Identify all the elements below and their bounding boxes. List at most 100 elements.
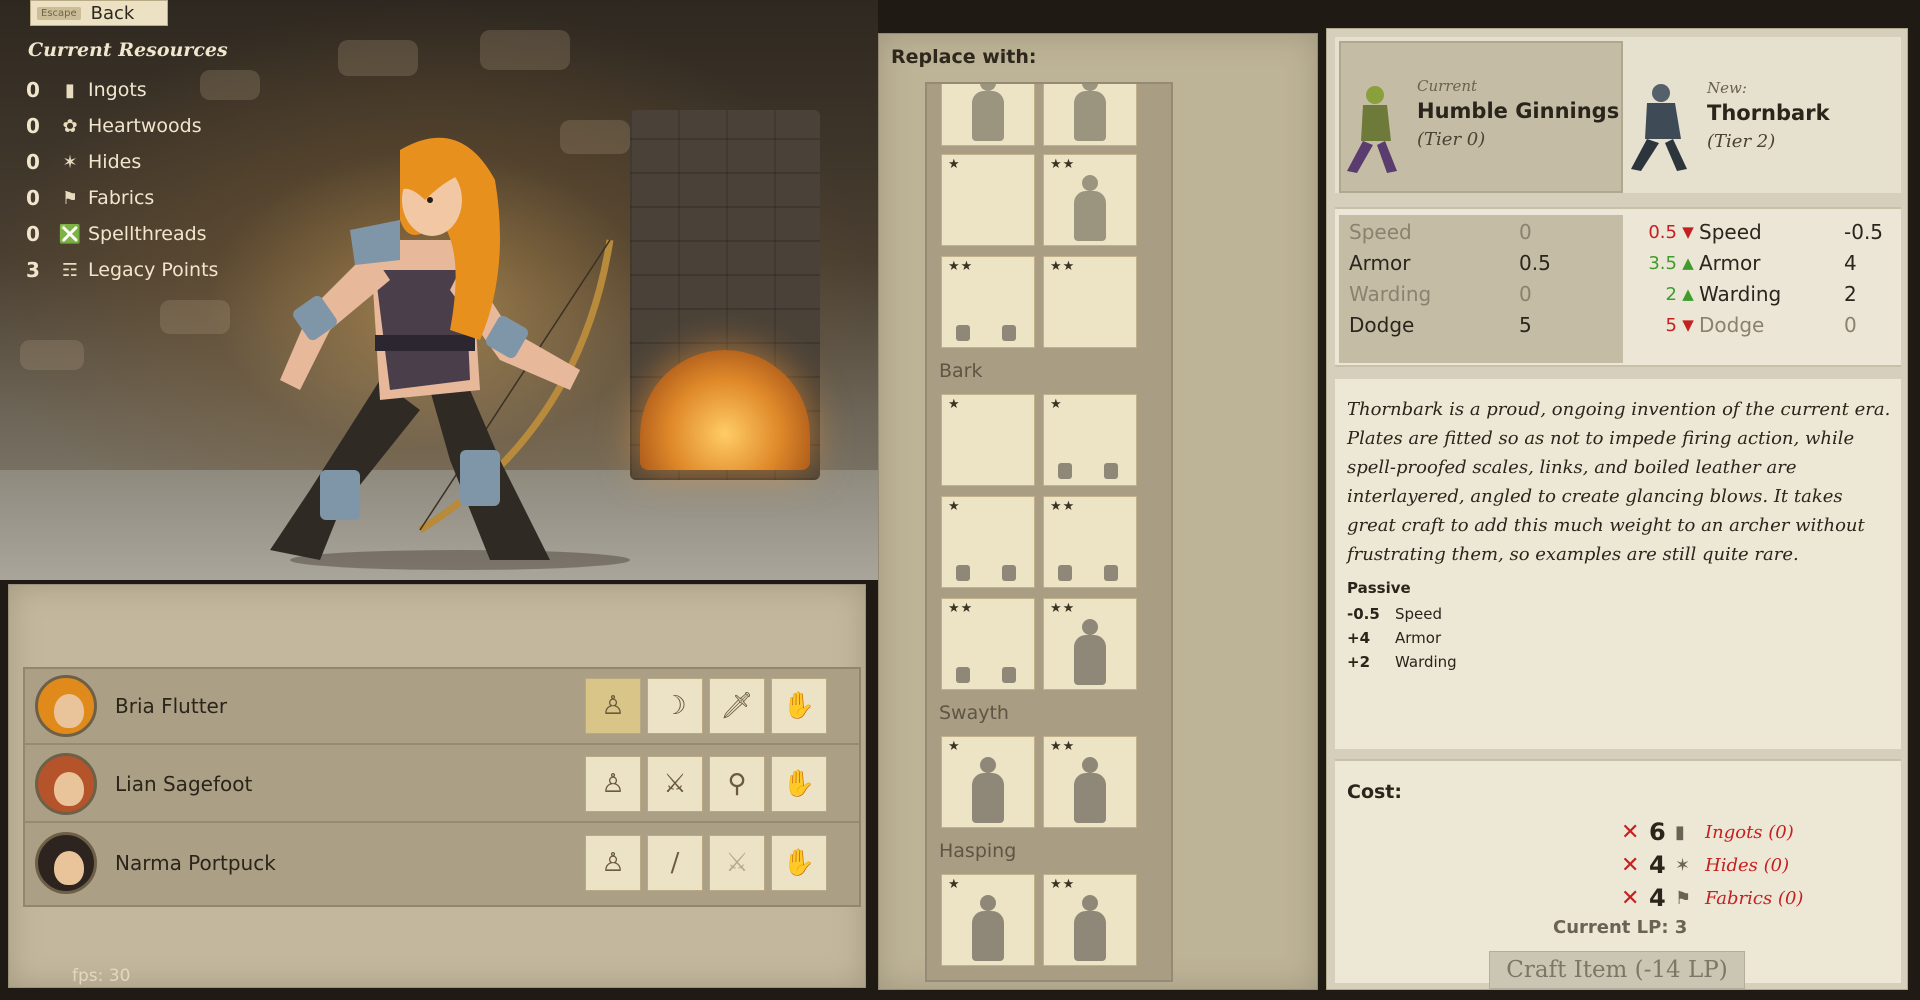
empty-slot[interactable]: ✋: [771, 756, 827, 812]
tier-stars: ★: [948, 877, 961, 892]
passive-modifier: +4 Armor: [1347, 629, 1442, 647]
party-member-name: Bria Flutter: [115, 694, 228, 718]
armor-option-tile[interactable]: [1043, 84, 1137, 146]
fps-counter: fps: 30: [72, 966, 131, 986]
avatar: [35, 832, 97, 894]
armor-option-tile[interactable]: ★★: [941, 598, 1035, 690]
section-label-hasping: Hasping: [939, 840, 1017, 862]
party-member-narma[interactable]: Narma Portpuck ♙ ∕ ⚔ ✋: [25, 825, 859, 901]
hand-icon: ✋: [782, 848, 816, 878]
spellthread-icon: ❎: [58, 223, 82, 245]
section-label-bark: Bark: [939, 360, 983, 382]
character-archer: [270, 137, 630, 570]
resource-count: 0: [26, 78, 40, 102]
cost-hides: ✕ 4 ✶ Hides (0): [1621, 851, 1790, 879]
current-stat-armor: Armor 0.5: [1349, 251, 1551, 275]
armor-option-tile[interactable]: ★★: [1043, 736, 1137, 828]
cost-title: Cost:: [1347, 781, 1402, 803]
offhand-slot[interactable]: 🗡: [709, 678, 765, 734]
tier-stars: ★: [948, 739, 961, 754]
armor-option-tile[interactable]: ★: [941, 496, 1035, 588]
armor-option-tile[interactable]: [941, 84, 1035, 146]
craft-item-button[interactable]: Craft Item (-14 LP): [1489, 951, 1745, 989]
resource-ingots: 0 ▮ Ingots: [26, 72, 218, 108]
armor-option-tile[interactable]: ★: [941, 736, 1035, 828]
current-stat-dodge: Dodge 5: [1349, 313, 1532, 337]
empty-slot[interactable]: ✋: [771, 678, 827, 734]
empty-slot[interactable]: ✋: [771, 835, 827, 891]
dagger-icon: 🗡: [720, 691, 754, 721]
armor-option-tile[interactable]: ★★: [941, 256, 1035, 348]
hand-icon: ✋: [782, 769, 816, 799]
current-armor-figure-icon: [1347, 86, 1397, 173]
insufficient-x-icon: ✕: [1621, 885, 1640, 911]
resources-list: 0 ▮ Ingots 0 ✿ Heartwoods 0 ✶ Hides 0 ⚑ …: [26, 72, 218, 288]
hide-icon: ✶: [1675, 854, 1691, 876]
current-item: Current Humble Ginnings (Tier 0): [1339, 41, 1623, 193]
new-stat-warding: 2 ▲ Warding 2: [1665, 282, 1857, 306]
armor-option-tile[interactable]: ★★: [1043, 256, 1137, 348]
weapon-slot[interactable]: ☽: [647, 678, 703, 734]
armor-option-tile-thornbark[interactable]: ★★: [1043, 598, 1137, 690]
sword-icon: ⚔: [663, 769, 687, 799]
replace-title: Replace with:: [891, 46, 1037, 68]
resource-count: 0: [26, 114, 40, 138]
armor-option-tile[interactable]: ★: [1043, 394, 1137, 486]
escape-key-hint: Escape: [37, 6, 81, 20]
resource-label: Spellthreads: [88, 223, 207, 245]
fabric-icon: ⚑: [61, 187, 79, 209]
item-description: Thornbark is a proud, ongoing invention …: [1335, 379, 1901, 749]
party-member-name: Lian Sagefoot: [115, 772, 253, 796]
tier-stars: ★: [948, 157, 961, 172]
description-text: Thornbark is a proud, ongoing invention …: [1347, 399, 1891, 565]
armor-slot[interactable]: ♙: [585, 835, 641, 891]
spear-icon: ∕: [670, 848, 680, 878]
party-member-bria[interactable]: Bria Flutter ♙ ☽ 🗡 ✋: [25, 669, 859, 745]
passive-modifier: -0.5 Speed: [1347, 605, 1443, 623]
tier-stars: ★★: [1050, 259, 1076, 274]
armor-slot[interactable]: ♙: [585, 678, 641, 734]
hide-icon: ✶: [62, 151, 78, 173]
resource-hides: 0 ✶ Hides: [26, 144, 218, 180]
resource-label: Fabrics: [88, 187, 155, 209]
section-label-swayth: Swayth: [939, 702, 1009, 724]
new-stat-dodge: 5 ▼ Dodge 0: [1665, 313, 1857, 337]
tier-stars: ★: [948, 499, 961, 514]
armor-option-tile[interactable]: ★★: [1043, 874, 1137, 966]
offhand-slot[interactable]: ⚔: [709, 835, 765, 891]
current-stat-warding: Warding 0: [1349, 282, 1532, 306]
resource-label: Hides: [88, 151, 142, 173]
armor-figure-icon: ♙: [601, 769, 625, 799]
party-list: Bria Flutter ♙ ☽ 🗡 ✋ Lian Sagefoot ♙ ⚔ ⚲…: [23, 667, 861, 907]
new-stat-speed: 0.5 ▼ Speed -0.5: [1648, 220, 1884, 244]
weapon-slot[interactable]: ∕: [647, 835, 703, 891]
current-label: Current: [1417, 77, 1478, 95]
armor-option-tile[interactable]: ★★: [1043, 154, 1137, 246]
tier-stars: ★★: [1050, 601, 1076, 616]
new-item-name: Thornbark: [1707, 101, 1830, 125]
armor-slot[interactable]: ♙: [585, 756, 641, 812]
passive-modifier: +2 Warding: [1347, 653, 1457, 671]
resource-fabrics: 0 ⚑ Fabrics: [26, 180, 218, 216]
arrow-down-icon: ▼: [1682, 223, 1694, 241]
offhand-slot[interactable]: ⚲: [709, 756, 765, 812]
armor-option-tile[interactable]: ★: [941, 874, 1035, 966]
arrow-down-icon: ▼: [1682, 316, 1694, 334]
party-member-lian[interactable]: Lian Sagefoot ♙ ⚔ ⚲ ✋: [25, 747, 859, 823]
resource-count: 0: [26, 222, 40, 246]
back-button[interactable]: Escape Back: [30, 0, 168, 26]
armor-option-tile[interactable]: ★★: [1043, 496, 1137, 588]
book-icon: ☶: [61, 259, 79, 281]
armor-figure-icon: ♙: [601, 848, 625, 878]
sword-icon: ⚔: [725, 848, 749, 878]
replacement-list: ★ ★★ ★★ ★★ Bark ★ ★ ★ ★★ ★★ ★★ Swayth ★ …: [925, 82, 1173, 982]
armor-option-tile[interactable]: ★: [941, 154, 1035, 246]
current-item-tier: (Tier 0): [1417, 129, 1486, 150]
weapon-slot[interactable]: ⚔: [647, 756, 703, 812]
item-comparison: Current Humble Ginnings (Tier 0) New: Th…: [1335, 37, 1901, 193]
armor-option-tile[interactable]: ★: [941, 394, 1035, 486]
armor-figure-icon: ♙: [601, 691, 625, 721]
resource-spellthreads: 0 ❎ Spellthreads: [26, 216, 218, 252]
resource-count: 0: [26, 186, 40, 210]
passive-title: Passive: [1347, 579, 1411, 597]
